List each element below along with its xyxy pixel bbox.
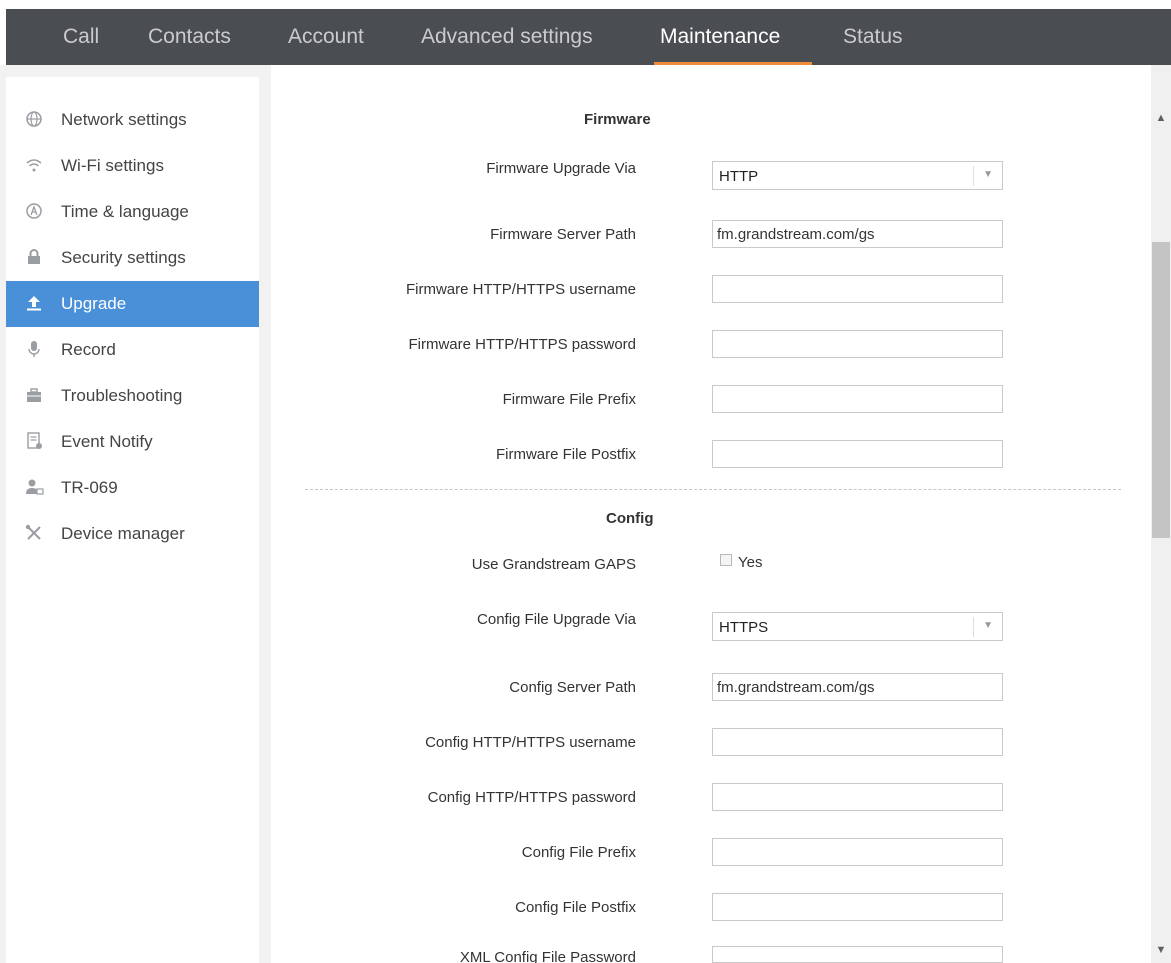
chevron-down-icon: ▼ [983,169,993,180]
sidebar-item-troubleshooting[interactable]: Troubleshooting [6,373,259,419]
config-username-label: Config HTTP/HTTPS username [425,734,636,751]
config-password-input[interactable] [712,783,1003,811]
config-password-label: Config HTTP/HTTPS password [427,789,636,806]
gaps-checkbox[interactable] [720,554,732,566]
gaps-checkbox-label: Yes [738,554,763,571]
upload-icon [24,293,44,313]
scroll-down-icon[interactable]: ▼ [1151,937,1171,963]
sidebar-item-wifi-settings[interactable]: Wi-Fi settings [6,143,259,189]
firmware-postfix-input[interactable] [712,440,1003,468]
firmware-section-title: Firmware [584,111,651,128]
select-value: HTTPS [719,619,769,636]
sidebar-item-label: Wi-Fi settings [61,156,164,175]
tab-maintenance[interactable]: Maintenance [660,9,780,65]
sidebar-item-network-settings[interactable]: Network settings [6,97,259,143]
config-upgrade-via-label: Config File Upgrade Via [477,611,636,628]
sidebar-item-label: Record [61,340,116,359]
config-postfix-label: Config File Postfix [515,899,636,916]
select-value: HTTP [719,168,759,185]
top-bar: Call Contacts Account Advanced settings … [0,0,1171,65]
globe-icon [24,109,44,129]
scroll-up-icon[interactable]: ▲ [1151,105,1171,131]
sidebar-item-label: TR-069 [61,478,118,497]
xml-config-password-input[interactable] [712,946,1003,963]
firmware-username-input[interactable] [712,275,1003,303]
microphone-icon [24,339,44,359]
tab-account[interactable]: Account [288,9,364,65]
firmware-password-label: Firmware HTTP/HTTPS password [408,336,636,353]
config-server-path-label: Config Server Path [509,679,636,696]
firmware-upgrade-via-label: Firmware Upgrade Via [486,160,636,177]
sidebar-item-security-settings[interactable]: Security settings [6,235,259,281]
sidebar-item-upgrade[interactable]: Upgrade [6,281,259,327]
firmware-prefix-input[interactable] [712,385,1003,413]
config-postfix-input[interactable] [712,893,1003,921]
firmware-password-input[interactable] [712,330,1003,358]
xml-config-password-label: XML Config File Password [459,949,636,963]
gaps-label: Use Grandstream GAPS [471,556,636,573]
sidebar-item-label: Network settings [61,110,187,129]
user-monitor-icon [24,477,44,497]
firmware-username-label: Firmware HTTP/HTTPS username [405,281,636,298]
sidebar-item-record[interactable]: Record [6,327,259,373]
sidebar-item-event-notify[interactable]: Event Notify [6,419,259,465]
sidebar-item-label: Event Notify [61,432,153,451]
sidebar-item-device-manager[interactable]: Device manager [6,511,259,557]
config-prefix-label: Config File Prefix [521,844,636,861]
firmware-server-path-input[interactable] [712,220,1003,248]
tab-contacts[interactable]: Contacts [148,9,231,65]
top-strip [0,0,1171,9]
section-divider [305,489,1121,490]
config-prefix-input[interactable] [712,838,1003,866]
tab-advanced-settings[interactable]: Advanced settings [421,9,593,65]
firmware-postfix-label: Firmware File Postfix [495,446,636,463]
document-icon [24,431,44,451]
sidebar-item-tr-069[interactable]: TR-069 [6,465,259,511]
chevron-down-icon: ▼ [983,620,993,631]
settings-panel: Firmware Firmware Upgrade Via HTTP ▼ Fir… [271,65,1151,963]
firmware-prefix-label: Firmware File Prefix [502,391,636,408]
scrollbar-thumb[interactable] [1152,242,1170,538]
config-section-title: Config [606,510,654,527]
sidebar-item-time-language[interactable]: Time & language [6,189,259,235]
time-language-icon [24,201,44,221]
sidebar-item-label: Security settings [61,248,186,267]
firmware-upgrade-via-select[interactable]: HTTP ▼ [712,161,1003,190]
tab-status[interactable]: Status [843,9,903,65]
sidebar-item-label: Device manager [61,524,185,543]
wifi-icon [24,155,44,175]
tools-icon [24,523,44,543]
main-nav: Call Contacts Account Advanced settings … [6,9,1171,65]
sidebar-item-label: Time & language [61,202,189,221]
lock-icon [24,247,44,267]
config-upgrade-via-select[interactable]: HTTPS ▼ [712,612,1003,641]
toolbox-icon [24,385,44,405]
sidebar-item-label: Upgrade [61,294,127,313]
config-username-input[interactable] [712,728,1003,756]
sidebar-item-label: Troubleshooting [61,386,183,405]
firmware-server-path-label: Firmware Server Path [490,226,636,243]
config-server-path-input[interactable] [712,673,1003,701]
tab-call[interactable]: Call [63,9,99,65]
